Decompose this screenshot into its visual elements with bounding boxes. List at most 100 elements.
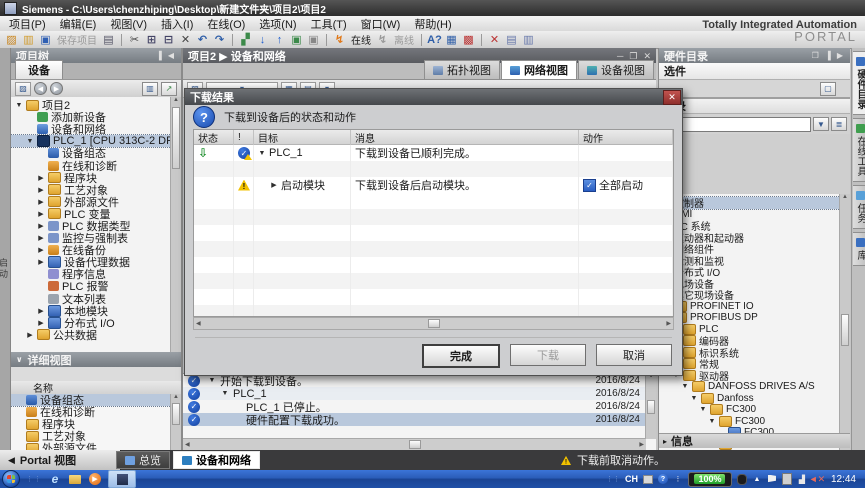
tree-item[interactable]: ▼FC300 <box>659 404 850 416</box>
tree-item[interactable]: ▼FC300 <box>659 416 850 428</box>
log-scrollbar[interactable]: ▪ <box>645 374 656 439</box>
catalog-search-input[interactable] <box>662 117 811 132</box>
toolbar-label[interactable]: 保存项目 <box>55 32 99 47</box>
tab-network-view[interactable]: 网络视图 <box>501 60 577 79</box>
toolbar-label[interactable]: 离线 <box>392 32 416 47</box>
cut-icon[interactable]: ✂ <box>127 33 142 47</box>
back-icon[interactable]: ◀ <box>34 82 47 95</box>
expand-arrow-icon[interactable]: ▶ <box>37 258 45 266</box>
battery-indicator[interactable]: 100% <box>688 472 732 487</box>
expand-arrow-icon[interactable]: ▶ <box>37 174 45 182</box>
rail-tab-item[interactable]: 在线工具 <box>853 118 865 182</box>
undo-icon[interactable]: ↶ <box>195 33 210 47</box>
expand-arrow-icon[interactable]: ▶ <box>37 186 45 194</box>
save-project-icon[interactable]: ▣ <box>38 33 53 47</box>
collapse-arrow-icon[interactable]: ▼ <box>699 406 707 413</box>
redo-icon[interactable]: ↷ <box>212 33 227 47</box>
accessible-devices-icon[interactable]: A? <box>427 33 442 47</box>
delete-icon[interactable]: ✕ <box>178 33 193 47</box>
tree-item[interactable]: 外部源文件 <box>11 442 181 450</box>
collapse-arrow-icon[interactable]: ▼ <box>208 377 216 384</box>
tree-item[interactable]: 设备组态 <box>11 394 181 406</box>
start-simulation-icon[interactable]: ▦ <box>444 33 459 47</box>
start-button[interactable] <box>2 470 20 488</box>
internet-explorer-icon[interactable]: e <box>48 472 62 486</box>
go-online-icon[interactable]: ↯ <box>332 33 347 47</box>
tree-item[interactable]: 设备和网络 <box>11 123 181 135</box>
details-view-header[interactable]: ∨ 详细视图 <box>11 352 181 367</box>
float-icon[interactable]: ❐ <box>629 51 637 61</box>
sync-online-icon[interactable]: ↗ <box>161 82 177 96</box>
dialog-title-bar[interactable]: 下载结果 ✕ <box>185 89 682 105</box>
editor-button-devices-networks[interactable]: 设备和网络 <box>173 451 260 469</box>
collapse-arrow-icon[interactable]: ▼ <box>708 418 716 425</box>
menu-item[interactable]: 帮助(H) <box>407 16 458 32</box>
network-signal-icon[interactable]: ▟ <box>797 474 807 484</box>
tab-device-view[interactable]: 设备视图 <box>578 60 654 79</box>
expand-arrow-icon[interactable]: ▶ <box>37 307 45 315</box>
show-columns-icon[interactable]: ▥ <box>142 82 158 96</box>
menu-item[interactable]: 工具(T) <box>304 16 354 32</box>
compile-icon[interactable]: ▞ <box>238 33 253 47</box>
breadcrumb[interactable]: 项目2 ▶ 设备和网络 <box>188 48 286 64</box>
menu-item[interactable]: 编辑(E) <box>53 16 104 32</box>
rail-tab-item[interactable]: 库 <box>853 232 865 266</box>
toolbar-label[interactable]: 在线 <box>349 32 373 47</box>
expand-arrow-icon[interactable]: ▶ <box>37 210 45 218</box>
details-scrollbar[interactable]: ▲ <box>170 394 181 450</box>
editor-button-overview[interactable]: 总览 <box>116 451 170 469</box>
collapse-arrow-icon[interactable]: ▼ <box>221 390 229 397</box>
rail-tab-hardware-catalog[interactable]: 硬件目录 <box>853 51 865 115</box>
catalog-header-icons[interactable]: ❐ ▐ ▶ <box>812 51 845 60</box>
expand-arrow-icon[interactable]: ▶ <box>26 331 34 339</box>
tree-item[interactable]: ▶PLC <box>659 324 850 336</box>
expand-arrow-icon[interactable]: ▶ <box>270 181 278 189</box>
dialog-close-icon[interactable]: ✕ <box>663 90 681 105</box>
expand-arrow-icon[interactable]: ▶ <box>37 198 45 206</box>
action-center-flag-icon[interactable] <box>767 474 777 484</box>
collapse-arrow-icon[interactable]: ▼ <box>26 138 34 145</box>
dialog-row-plc[interactable]: ⇩ ✓ ▼PLC_1 下载到设备已顺利完成。 <box>194 145 673 161</box>
open-project-icon[interactable]: ▥ <box>21 33 36 47</box>
catalog-scrollbar[interactable]: ▲ <box>839 194 850 471</box>
tab-topology-view[interactable]: 拓扑视图 <box>424 60 500 79</box>
forward-icon[interactable]: ▶ <box>50 82 63 95</box>
clipboard-icon[interactable] <box>782 474 792 484</box>
start-all-checkbox[interactable]: ✓ <box>583 179 596 192</box>
paste-icon[interactable]: ⊟ <box>161 33 176 47</box>
copy-icon[interactable]: ⊞ <box>144 33 159 47</box>
tree-item[interactable]: 在线和诊断 <box>11 406 181 418</box>
log-hscrollbar[interactable]: ◀▶ <box>183 438 646 450</box>
expand-arrow-icon[interactable]: ▶ <box>37 319 45 327</box>
help-icon[interactable]: ? <box>658 474 668 484</box>
tree-item[interactable]: ▶编码器 <box>659 335 850 347</box>
tree-item[interactable]: PROFIBUS DP <box>659 312 850 324</box>
log-row[interactable]: ✓硬件配置下载成功。2016/8/24 <box>183 413 656 426</box>
tab-devices[interactable]: 设备 <box>15 60 63 79</box>
tree-item[interactable]: ▶公共数据 <box>11 329 181 341</box>
tia-taskbar-button[interactable] <box>108 470 136 488</box>
volume-muted-icon[interactable]: ◄✕ <box>812 474 822 484</box>
show-hidden-icons[interactable]: ▲ <box>752 474 762 484</box>
cancel-button[interactable]: 取消 <box>596 344 672 366</box>
minimize-icon[interactable]: ─ <box>617 51 623 61</box>
tree-item[interactable]: ▶常规 <box>659 358 850 370</box>
rail-tab-item[interactable]: 任务 <box>853 185 865 229</box>
download-button[interactable]: 下载 <box>510 344 586 366</box>
cross-reference-icon[interactable]: ▩ <box>461 33 476 47</box>
expand-arrow-icon[interactable]: ▶ <box>37 246 45 254</box>
expand-arrow-icon[interactable]: ▶ <box>37 222 45 230</box>
split-editor-vertical-icon[interactable]: ▥ <box>521 33 536 47</box>
tree-item[interactable]: ▶标识系统 <box>659 347 850 359</box>
menu-item[interactable]: 视图(V) <box>103 16 154 32</box>
rail-label[interactable]: 启动 <box>0 258 10 280</box>
menu-item[interactable]: 窗口(W) <box>354 16 408 32</box>
expand-arrow-icon[interactable]: ▶ <box>37 234 45 242</box>
upload-from-device-icon[interactable]: ↑ <box>272 33 287 47</box>
menu-item[interactable]: 在线(O) <box>200 16 252 32</box>
project-tree-scrollbar[interactable]: ▲ <box>170 97 181 352</box>
tree-item[interactable]: 程序块 <box>11 418 181 430</box>
tray-app-icon[interactable]: ⁝ <box>673 474 683 484</box>
dialog-hscrollbar[interactable]: ◀▶ <box>193 317 674 330</box>
media-player-icon[interactable]: ▶ <box>88 472 102 486</box>
